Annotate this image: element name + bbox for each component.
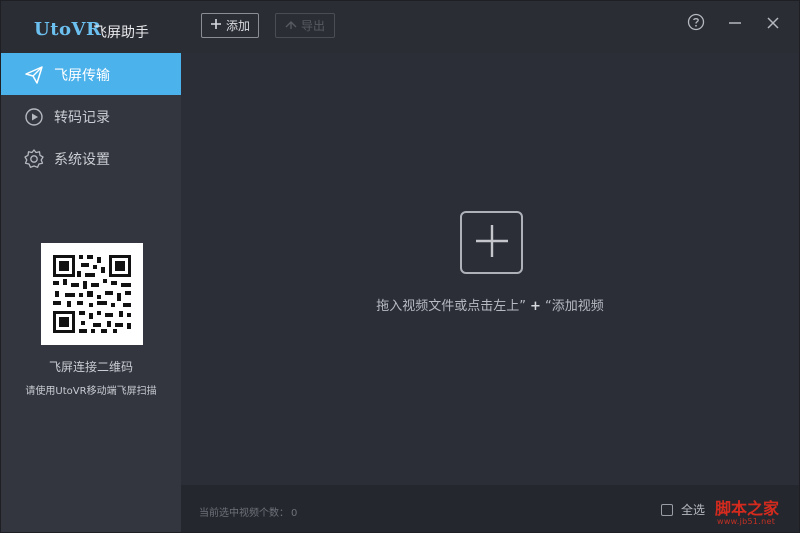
sidebar-item-label: 系统设置 (54, 152, 110, 168)
checkbox-box[interactable] (661, 503, 673, 516)
plus-icon (210, 18, 222, 33)
add-video-plus-button[interactable] (460, 211, 523, 274)
add-button[interactable]: 添加 (201, 13, 259, 38)
drop-hint-after: “添加视频 (544, 299, 604, 314)
top-toolbar: 添加 导出 (181, 1, 799, 53)
selected-count: 当前选中视频个数： 0 (199, 504, 297, 519)
help-button[interactable] (685, 13, 707, 35)
paper-plane-icon (23, 64, 45, 86)
minimize-button[interactable] (724, 13, 746, 35)
drop-hint-text: 拖入视频文件或点击左上” + “添加视频 (181, 295, 799, 314)
add-button-label: 添加 (225, 19, 250, 33)
select-all-checkbox[interactable]: 全选 (661, 501, 705, 518)
app-window: UtoVR 飞屏助手 飞屏传输 转码记录 系统设置 飞屏连接二维码 请使用Uto… (0, 0, 800, 533)
gear-icon (23, 148, 45, 170)
sidebar-item-label: 转码记录 (54, 110, 110, 126)
watermark-title: 脚本之家 (715, 499, 780, 518)
sidebar: UtoVR 飞屏助手 飞屏传输 转码记录 系统设置 飞屏连接二维码 请使用Uto… (1, 1, 181, 532)
drop-hint-before: 拖入视频文件或点击左上” (376, 299, 527, 314)
sidebar-item-transfer[interactable]: 飞屏传输 (1, 53, 181, 95)
brand-logo: UtoVR (34, 19, 102, 40)
export-button[interactable]: 导出 (275, 13, 335, 38)
status-bar: 当前选中视频个数： 0 全选 (181, 485, 799, 532)
sidebar-nav: 飞屏传输 转码记录 系统设置 (1, 53, 181, 179)
minimize-icon (728, 15, 742, 34)
export-icon (285, 18, 297, 33)
plus-icon (474, 223, 510, 263)
sidebar-item-transcode-records[interactable]: 转码记录 (1, 95, 181, 137)
sidebar-item-settings[interactable]: 系统设置 (1, 137, 181, 179)
selected-count-value: 0 (291, 508, 298, 519)
watermark: 脚本之家 www.jb51.net (713, 495, 799, 531)
help-icon (687, 13, 705, 35)
play-circle-icon (23, 106, 45, 128)
close-button[interactable] (762, 13, 784, 35)
select-all-label: 全选 (681, 503, 706, 517)
qr-caption: 飞屏连接二维码 (48, 360, 133, 374)
app-title: 飞屏助手 (93, 25, 149, 41)
close-icon (766, 15, 780, 34)
sidebar-item-label: 飞屏传输 (54, 68, 110, 84)
export-button-label: 导出 (300, 19, 325, 33)
watermark-url: www.jb51.net (717, 517, 776, 526)
video-drop-area[interactable]: 拖入视频文件或点击左上” + “添加视频 (181, 53, 799, 485)
brand-header: UtoVR 飞屏助手 (1, 1, 181, 53)
qr-code (41, 243, 143, 345)
plus-icon: + (530, 299, 541, 314)
qr-hint: 请使用UtoVR移动端飞屏扫描 (25, 386, 157, 397)
selected-count-label: 当前选中视频个数： (199, 508, 289, 519)
